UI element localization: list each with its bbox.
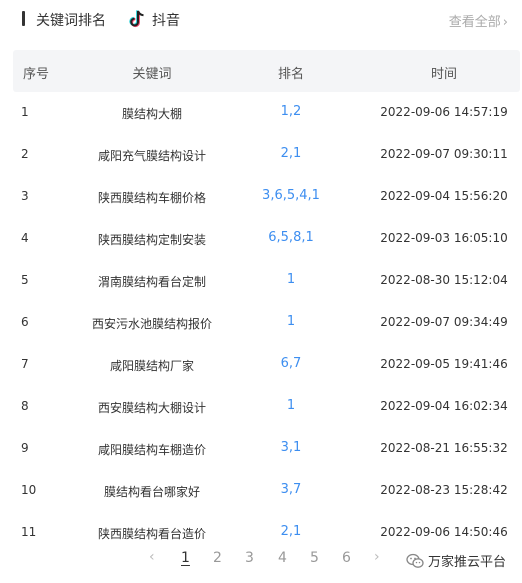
- row-index: 1: [21, 105, 29, 119]
- row-rank-link[interactable]: 1,2: [281, 104, 302, 119]
- next-page-button[interactable]: ›: [374, 549, 380, 565]
- row-keyword: 咸阳充气膜结构设计: [97, 149, 207, 163]
- page-2-button[interactable]: 2: [213, 550, 222, 566]
- row-rank-link[interactable]: 6,7: [281, 356, 302, 371]
- row-time: 2022-09-05 19:41:46: [380, 357, 508, 371]
- table-row: 3 陕西膜结构车棚价格 3,6,5,4,1 2022-09-04 15:56:20: [0, 176, 522, 218]
- table-row: 1 膜结构大棚 1,2 2022-09-06 14:57:19: [0, 92, 522, 134]
- row-index: 2: [21, 147, 29, 161]
- row-time: 2022-09-06 14:57:19: [380, 105, 508, 119]
- row-time: 2022-08-21 16:55:32: [380, 441, 508, 455]
- column-header-time: 时间: [430, 67, 458, 82]
- column-header-keyword: 关键词: [132, 67, 172, 82]
- table-row: 4 陕西膜结构定制安装 6,5,8,1 2022-09-03 16:05:10: [0, 218, 522, 260]
- column-header-rank: 排名: [277, 67, 305, 82]
- row-keyword: 西安膜结构大棚设计: [97, 401, 207, 415]
- column-header-index: 序号: [23, 67, 50, 82]
- row-index: 10: [21, 483, 37, 497]
- page-6-button[interactable]: 6: [342, 550, 351, 566]
- prev-page-button[interactable]: ‹: [149, 549, 155, 565]
- row-keyword: 咸阳膜结构厂家: [109, 359, 195, 373]
- row-time: 2022-09-03 16:05:10: [380, 231, 508, 245]
- row-rank-link[interactable]: 1: [287, 314, 295, 329]
- page-1-button[interactable]: 1: [181, 550, 190, 566]
- row-keyword: 膜结构看台哪家好: [103, 485, 201, 499]
- row-time: 2022-08-23 15:28:42: [380, 483, 508, 497]
- card-title: 关键词排名: [36, 13, 106, 29]
- row-rank-link[interactable]: 1: [287, 398, 295, 413]
- table-header: 序号 关键词 排名 时间: [13, 50, 520, 92]
- row-time: 2022-09-06 14:50:46: [380, 525, 508, 539]
- view-all-label: 查看全部: [448, 15, 501, 30]
- row-keyword: 渭南膜结构看台定制: [97, 275, 207, 289]
- row-keyword: 陕西膜结构定制安装: [97, 233, 207, 247]
- row-rank-link[interactable]: 3,1: [281, 440, 302, 455]
- table-row: 2 咸阳充气膜结构设计 2,1 2022-09-07 09:30:11: [0, 134, 522, 176]
- row-rank-link[interactable]: 2,1: [281, 524, 302, 539]
- page-5-button[interactable]: 5: [310, 550, 319, 566]
- row-keyword: 陕西膜结构看台造价: [97, 527, 207, 541]
- table-row: 6 西安污水池膜结构报价 1 2022-09-07 09:34:49: [0, 302, 522, 344]
- row-index: 4: [21, 231, 29, 245]
- row-rank-link[interactable]: 3,7: [281, 482, 302, 497]
- watermark-text: 万家推云平台: [427, 555, 506, 570]
- row-keyword: 咸阳膜结构车棚造价: [97, 443, 207, 457]
- row-time: 2022-09-04 16:02:34: [380, 399, 508, 413]
- row-time: 2022-09-07 09:34:49: [380, 315, 508, 329]
- page-4-button[interactable]: 4: [278, 550, 287, 566]
- title-accent-bar: [22, 11, 25, 26]
- wechat-icon: [406, 553, 424, 568]
- table-body: 1 膜结构大棚 1,2 2022-09-06 14:57:19 2 咸阳充气膜结构设计 2,…: [0, 92, 522, 554]
- row-keyword: 膜结构大棚: [121, 107, 183, 121]
- platform-label: 抖音: [152, 13, 180, 29]
- view-all-link[interactable]: 查看全部 ›: [449, 11, 508, 30]
- row-index: 5: [21, 273, 29, 287]
- row-index: 11: [21, 525, 37, 539]
- row-rank-link[interactable]: 2,1: [281, 146, 302, 161]
- chevron-right-icon: ›: [502, 15, 508, 30]
- row-index: 7: [21, 357, 29, 371]
- row-keyword: 陕西膜结构车棚价格: [97, 191, 207, 205]
- table-row: 7 咸阳膜结构厂家 6,7 2022-09-05 19:41:46: [0, 344, 522, 386]
- table-row: 10 膜结构看台哪家好 3,7 2022-08-23 15:28:42: [0, 470, 522, 512]
- row-index: 8: [21, 399, 29, 413]
- row-rank-link[interactable]: 1: [287, 272, 295, 287]
- row-rank-link[interactable]: 6,5,8,1: [268, 230, 313, 245]
- row-index: 9: [21, 441, 29, 455]
- row-time: 2022-09-04 15:56:20: [380, 189, 508, 203]
- row-index: 6: [21, 315, 29, 329]
- table-row: 9 咸阳膜结构车棚造价 3,1 2022-08-21 16:55:32: [0, 428, 522, 470]
- card-header: 关键词排名 抖音 查看全部 ›: [0, 0, 522, 40]
- tiktok-icon: [129, 10, 144, 28]
- row-keyword: 西安污水池膜结构报价: [91, 317, 213, 331]
- watermark: 万家推云平台: [406, 551, 506, 570]
- row-time: 2022-09-07 09:30:11: [380, 147, 508, 161]
- table-row: 5 渭南膜结构看台定制 1 2022-08-30 15:12:04: [0, 260, 522, 302]
- table-row: 8 西安膜结构大棚设计 1 2022-09-04 16:02:34: [0, 386, 522, 428]
- row-time: 2022-08-30 15:12:04: [380, 273, 508, 287]
- row-index: 3: [21, 189, 29, 203]
- row-rank-link[interactable]: 3,6,5,4,1: [262, 188, 320, 203]
- page-3-button[interactable]: 3: [245, 550, 254, 566]
